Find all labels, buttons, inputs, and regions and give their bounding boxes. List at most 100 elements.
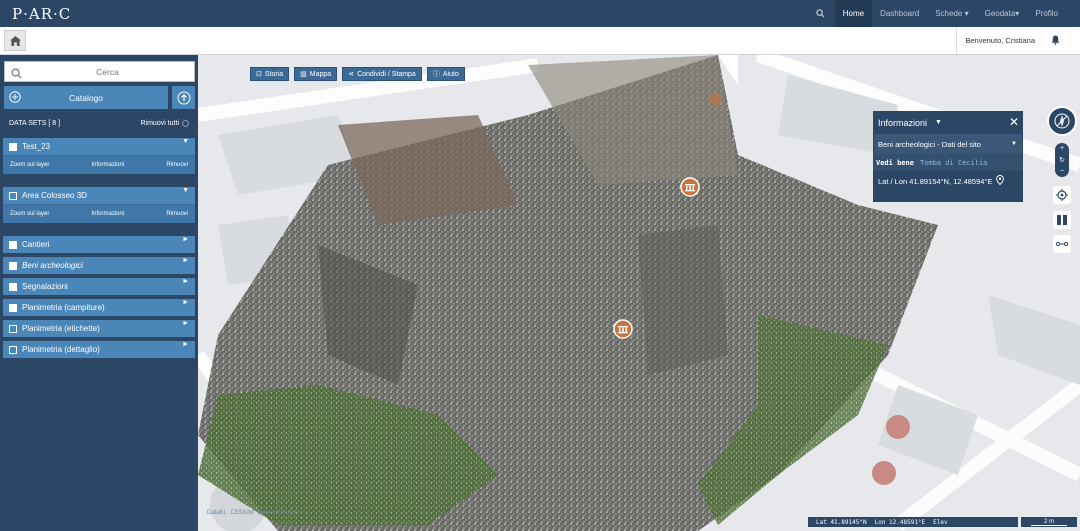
nav-home[interactable]: Home bbox=[834, 0, 873, 27]
chevron-right-icon[interactable]: ► bbox=[182, 341, 189, 348]
info-panel-title: Informazioni bbox=[878, 117, 928, 128]
storia-button[interactable]: ⊡ Storia bbox=[250, 67, 290, 81]
layer-label: Segnalazioni bbox=[22, 282, 68, 291]
layer-checkbox[interactable] bbox=[9, 191, 17, 200]
scale-bar: 2 m bbox=[1021, 517, 1077, 527]
nav-schede[interactable]: Schede ▾ bbox=[927, 0, 976, 27]
chevron-right-icon[interactable]: ► bbox=[182, 299, 189, 306]
layer-area-colosseo: Area Colosseo 3D ▼ Zoom sul layer Inform… bbox=[3, 187, 195, 223]
nav-dashboard[interactable]: Dashboard bbox=[872, 0, 927, 27]
map-toolbar: ⊡ Storia ▥ Mappa ⋖ Condividi / Stampa ⓘ Aiut… bbox=[250, 67, 465, 81]
info-panel: Informazioni ▼ ✕ Beni archeologici - Dat… bbox=[873, 111, 1023, 202]
measure-icon bbox=[1056, 241, 1068, 247]
layer-planimetria-etichette[interactable]: Planimetria (etichette) ► bbox=[3, 320, 195, 337]
layer-label: Planimetria (etichette) bbox=[22, 324, 100, 333]
caret-down-icon: ▼ bbox=[1011, 141, 1017, 147]
layer-header[interactable]: Area Colosseo 3D ▼ bbox=[3, 187, 195, 204]
mappa-button[interactable]: ▥ Mappa bbox=[294, 67, 338, 81]
catalog-button[interactable]: Catalogo bbox=[4, 86, 168, 109]
layer-planimetria-dettaglio[interactable]: Planimetria (dettaglio) ► bbox=[3, 341, 195, 358]
search-icon[interactable] bbox=[807, 0, 835, 27]
share-print-button[interactable]: ⋖ Condividi / Stampa bbox=[342, 67, 422, 81]
zoom-to-layer-link[interactable]: Zoom sul layer bbox=[10, 211, 49, 217]
remove-all-button[interactable]: Rimuovi tutti bbox=[140, 120, 189, 127]
bell-icon[interactable] bbox=[1051, 35, 1060, 47]
chevron-down-icon[interactable]: ▼ bbox=[182, 138, 189, 145]
data-attribution-link[interactable]: Data attribution bbox=[258, 510, 299, 516]
layers-sidebar: Catalogo DATA SETS [ 8 ] Rimuovi tutti T… bbox=[0, 55, 198, 531]
vedi-bene-row: Vedi bene Tomba di Cecilia bbox=[873, 154, 1023, 171]
map-viewport[interactable]: ⊡ Storia ▥ Mappa ⋖ Condividi / Stampa ⓘ Aiut… bbox=[198, 55, 1080, 531]
chevron-right-icon[interactable]: ► bbox=[182, 236, 189, 243]
layer-actions: Zoom sul layer Informazioni Rimuovi bbox=[3, 204, 195, 223]
zoom-out-icon[interactable]: − bbox=[1060, 168, 1064, 175]
search-input[interactable] bbox=[25, 64, 190, 80]
app-logo[interactable]: P·AR·C bbox=[12, 5, 71, 23]
upload-button[interactable] bbox=[172, 86, 195, 109]
zoom-in-icon[interactable]: + bbox=[1060, 145, 1064, 152]
layer-cantieri[interactable]: Cantieri ► bbox=[3, 236, 195, 253]
layer-label: Beni archeologici bbox=[22, 261, 83, 270]
layer-planimetria-campiture[interactable]: Planimetria (campiture) ► bbox=[3, 299, 195, 316]
remove-circle-icon bbox=[182, 120, 189, 127]
layer-checkbox[interactable] bbox=[9, 345, 17, 354]
cesium-logo: CESIUM bbox=[230, 510, 254, 516]
nav-profilo[interactable]: Profilo bbox=[1027, 0, 1080, 27]
search-icon bbox=[11, 66, 22, 84]
chevron-right-icon[interactable]: ► bbox=[182, 278, 189, 285]
map-icon: ▥ bbox=[300, 71, 307, 78]
layer-label: Planimetria (dettaglio) bbox=[22, 345, 100, 354]
add-circle-icon bbox=[9, 91, 21, 105]
search-box[interactable] bbox=[4, 61, 195, 82]
layer-checkbox[interactable] bbox=[9, 324, 17, 333]
coordinate-readout: Lat 41.89145°N Lon 12.48591°E Elev bbox=[808, 517, 1018, 527]
layer-checkbox[interactable] bbox=[9, 282, 17, 291]
locate-button[interactable] bbox=[1053, 186, 1071, 204]
map-attribution: Data61 CESIUM Data attribution bbox=[207, 510, 298, 516]
datasets-count: DATA SETS [ 8 ] bbox=[9, 120, 61, 127]
layer-checkbox[interactable] bbox=[9, 303, 17, 312]
chevron-right-icon[interactable]: ► bbox=[182, 257, 189, 264]
zoom-control: + ↻ − bbox=[1055, 143, 1069, 177]
help-icon: ⓘ bbox=[432, 71, 440, 78]
zoom-reset-icon[interactable]: ↻ bbox=[1059, 156, 1065, 164]
layer-checkbox[interactable] bbox=[9, 142, 17, 151]
remove-layer-link[interactable]: Rimuovi bbox=[166, 162, 188, 168]
close-icon[interactable]: ✕ bbox=[1009, 115, 1019, 129]
help-button[interactable]: ⓘ Aiuto bbox=[426, 67, 465, 81]
upload-icon bbox=[177, 91, 190, 104]
welcome-text: Benvenuto, Cristiana bbox=[965, 36, 1035, 45]
layer-segnalazioni[interactable]: Segnalazioni ► bbox=[3, 278, 195, 295]
data61-logo: Data61 bbox=[207, 510, 227, 516]
layer-checkbox[interactable] bbox=[9, 240, 17, 249]
layer-header[interactable]: Test_23 ▼ bbox=[3, 138, 195, 155]
nav-geodata[interactable]: Geodata▾ bbox=[977, 0, 1028, 27]
zoom-to-layer-link[interactable]: Zoom sul layer bbox=[10, 162, 49, 168]
lat-readout: Lat 41.89145°N bbox=[816, 518, 867, 526]
layer-select[interactable]: Beni archeologici - Dati del sito ▼ bbox=[874, 134, 1022, 154]
archaeology-marker[interactable] bbox=[680, 177, 700, 197]
history-icon: ⊡ bbox=[256, 71, 262, 78]
caret-down-icon[interactable]: ▼ bbox=[935, 119, 942, 126]
remove-layer-link[interactable]: Rimuovi bbox=[166, 211, 188, 217]
compass-control[interactable] bbox=[1047, 106, 1077, 136]
split-view-button[interactable] bbox=[1053, 211, 1071, 229]
layer-beni-archeologici[interactable]: Beni archeologici ► bbox=[3, 257, 195, 274]
layer-label: Test_23 bbox=[22, 142, 51, 151]
sub-toolbar: Benvenuto, Cristiana bbox=[0, 27, 1080, 55]
layer-checkbox[interactable] bbox=[9, 261, 17, 270]
chevron-down-icon[interactable]: ▼ bbox=[182, 187, 189, 194]
layer-info-link[interactable]: Informazioni bbox=[92, 162, 125, 168]
bene-link[interactable]: Tomba di Cecilia bbox=[920, 159, 987, 167]
layer-label: Cantieri bbox=[22, 240, 50, 249]
home-button[interactable] bbox=[4, 30, 26, 51]
archaeology-marker[interactable] bbox=[613, 319, 633, 339]
coords-text: Lat / Lon 41.89154°N, 12.48594°E bbox=[878, 176, 993, 186]
archaeology-marker[interactable] bbox=[710, 93, 722, 105]
location-pin-icon[interactable] bbox=[996, 175, 1005, 187]
chevron-right-icon[interactable]: ► bbox=[182, 320, 189, 327]
measure-button[interactable] bbox=[1053, 235, 1071, 253]
layer-info-link[interactable]: Informazioni bbox=[92, 211, 125, 217]
elev-readout: Elev bbox=[933, 518, 948, 526]
user-area: Benvenuto, Cristiana bbox=[956, 27, 1060, 54]
